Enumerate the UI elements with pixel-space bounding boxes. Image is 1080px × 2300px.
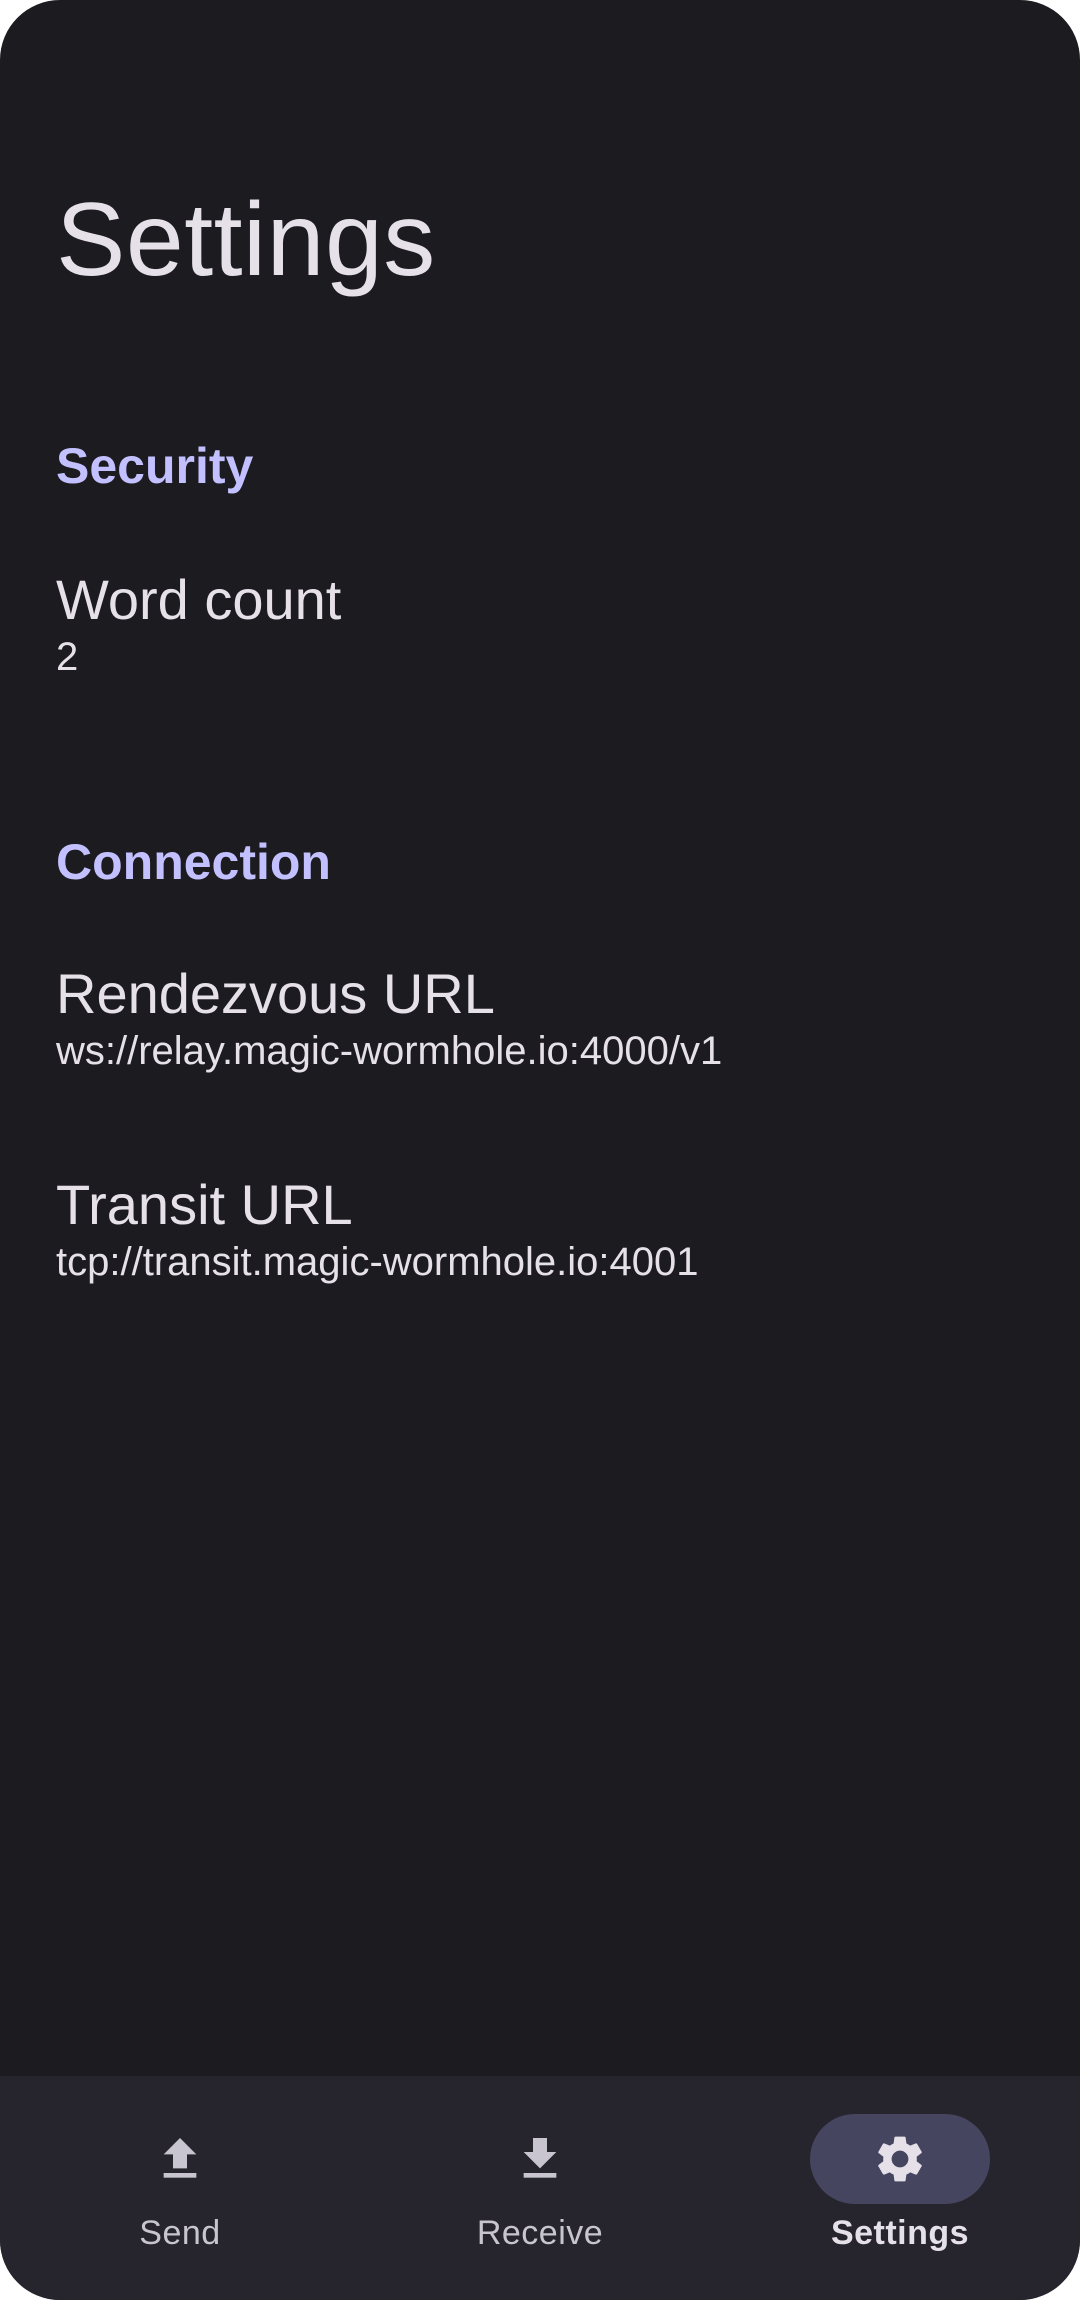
rendezvous-url-preference[interactable]: Rendezvous URL ws://relay.magic-wormhole… xyxy=(56,962,1024,1076)
section-header-security: Security xyxy=(56,438,254,494)
settings-screen: Settings Security Word count 2 Connectio… xyxy=(0,0,1080,2300)
nav-indicator-settings xyxy=(810,2114,990,2204)
download-icon xyxy=(523,2138,557,2178)
gear-icon xyxy=(878,2136,922,2182)
nav-item-send[interactable]: Send xyxy=(0,2076,360,2300)
bottom-navigation-bar: Send Receive Settings xyxy=(0,2076,1080,2300)
nav-label-settings: Settings xyxy=(830,2214,970,2252)
word-count-value: 2 xyxy=(56,635,79,679)
transit-url-preference[interactable]: Transit URL tcp://transit.magic-wormhole… xyxy=(56,1173,1024,1287)
nav-item-receive[interactable]: Receive xyxy=(360,2076,720,2300)
transit-url-value: tcp://transit.magic-wormhole.io:4001 xyxy=(56,1240,699,1284)
page-title: Settings xyxy=(56,182,436,298)
word-count-title: Word count xyxy=(56,568,342,631)
rendezvous-url-title: Rendezvous URL xyxy=(56,962,495,1025)
word-count-preference[interactable]: Word count 2 xyxy=(56,568,1024,682)
nav-label-send: Send xyxy=(139,2214,221,2252)
nav-item-settings[interactable]: Settings xyxy=(720,2076,1080,2300)
upload-icon xyxy=(163,2138,197,2178)
section-header-connection: Connection xyxy=(56,834,331,890)
transit-url-title: Transit URL xyxy=(56,1173,353,1236)
nav-label-receive: Receive xyxy=(476,2214,604,2252)
nav-indicator-send xyxy=(90,2114,270,2204)
nav-indicator-receive xyxy=(450,2114,630,2204)
rendezvous-url-value: ws://relay.magic-wormhole.io:4000/v1 xyxy=(56,1029,723,1073)
